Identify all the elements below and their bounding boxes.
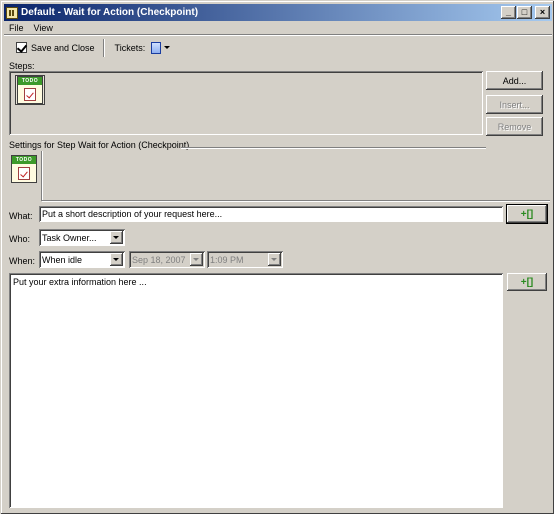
toolbar-separator — [102, 38, 105, 57]
ticket-icon — [151, 41, 162, 54]
who-dropdown[interactable]: Task Owner... — [39, 229, 125, 246]
steps-label: Steps: — [9, 61, 35, 71]
what-green-button[interactable]: +[] — [507, 205, 547, 223]
todo-icon: TODO — [11, 155, 37, 183]
time-value: 1:09 PM — [210, 254, 244, 265]
time-picker[interactable]: 1:09 PM — [207, 251, 283, 268]
when-label: When: — [9, 256, 36, 266]
save-and-close-label: Save and Close — [31, 42, 95, 53]
toolbar: Save and Close Tickets: — [4, 35, 552, 59]
maximize-button[interactable]: □ — [517, 6, 532, 19]
when-value: When idle — [42, 254, 83, 265]
who-value: Task Owner... — [42, 232, 97, 243]
menu-file[interactable]: File — [4, 23, 29, 33]
chevron-down-icon[interactable] — [268, 253, 281, 266]
checkmark-icon — [16, 42, 27, 53]
chevron-down-icon[interactable] — [190, 253, 203, 266]
settings-area — [42, 151, 550, 201]
step-item-checkpoint[interactable]: TODO — [15, 75, 45, 105]
minimize-button[interactable]: _ — [501, 6, 516, 19]
menu-bar: File View — [4, 21, 58, 35]
window-title: Default - Wait for Action (Checkpoint) — [21, 7, 199, 18]
who-label: Who: — [9, 234, 31, 244]
insert-step-button[interactable]: Insert... — [486, 95, 543, 114]
extra-info-textarea[interactable]: Put your extra information here ... — [9, 273, 503, 508]
extra-info-green-button[interactable]: +[] — [507, 273, 547, 291]
add-step-button[interactable]: Add... — [486, 71, 543, 90]
tickets-dropdown[interactable]: Tickets: — [111, 38, 175, 58]
save-and-close-button[interactable]: Save and Close — [12, 38, 99, 58]
when-dropdown[interactable]: When idle — [39, 251, 125, 268]
chevron-down-icon[interactable] — [110, 253, 123, 266]
settings-divider — [181, 147, 486, 149]
steps-list[interactable] — [9, 71, 483, 135]
tickets-label: Tickets: — [114, 42, 146, 53]
todo-icon: TODO — [17, 76, 43, 104]
settings-label: Settings for Step Wait for Action (Check… — [9, 140, 190, 150]
date-value: Sep 18, 2007 — [132, 254, 186, 265]
title-bar[interactable]: Default - Wait for Action (Checkpoint) _… — [4, 4, 552, 21]
dropdown-arrow-icon — [164, 46, 171, 49]
settings-icon-panel: TODO — [9, 151, 42, 201]
app-icon — [6, 6, 18, 19]
chevron-down-icon[interactable] — [110, 231, 123, 244]
menu-view[interactable]: View — [29, 23, 58, 33]
what-label: What: — [9, 211, 33, 221]
close-button[interactable]: × — [535, 6, 550, 19]
app-window: Default - Wait for Action (Checkpoint) _… — [0, 0, 554, 514]
what-field[interactable]: Put a short description of your request … — [39, 206, 503, 222]
remove-step-button[interactable]: Remove — [486, 117, 543, 136]
date-picker[interactable]: Sep 18, 2007 — [129, 251, 205, 268]
